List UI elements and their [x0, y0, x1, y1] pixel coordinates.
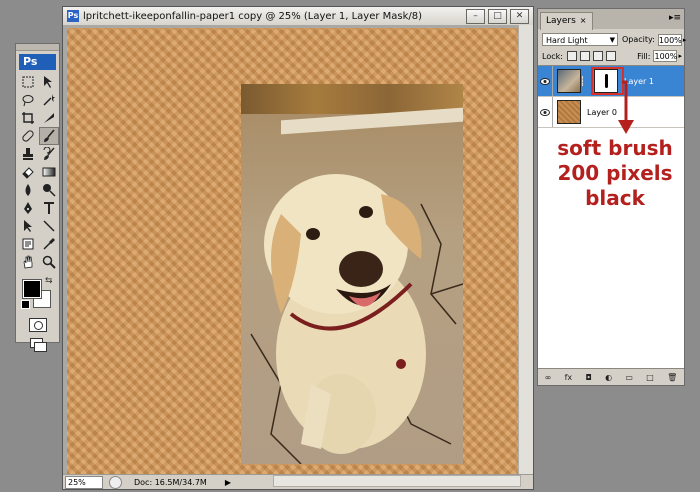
zoom-tool-icon[interactable] [40, 254, 58, 270]
tab-layers-label: Layers [546, 16, 576, 26]
annotation-line: 200 pixels [557, 161, 673, 185]
status-menu-arrow-icon[interactable]: ▶ [225, 478, 231, 487]
magic-wand-tool-icon[interactable] [40, 92, 58, 108]
lock-all-icon[interactable] [605, 51, 616, 61]
fill-label: Fill: [637, 51, 651, 61]
ps-document-icon: Ps [67, 10, 79, 22]
dog-illustration [264, 174, 426, 454]
clone-stamp-tool-icon[interactable] [19, 146, 37, 162]
doc-size-info: Doc: 16.5M/34.7M [134, 477, 207, 487]
annotation-text: soft brush 200 pixels black [540, 136, 690, 211]
lock-label: Lock: [542, 51, 563, 61]
layers-tab-bar: Layers × ▸≡ [538, 9, 684, 30]
history-brush-tool-icon[interactable] [40, 146, 58, 162]
palette-grip[interactable] [16, 44, 59, 51]
visibility-eye-icon[interactable] [538, 97, 553, 127]
adjustment-layer-icon[interactable]: ◐ [605, 373, 612, 382]
close-icon[interactable]: ✕ [510, 9, 529, 24]
brush-tool-icon[interactable] [39, 127, 59, 145]
hand-tool-icon[interactable] [19, 254, 37, 270]
fill-field[interactable]: 100% [653, 50, 678, 62]
chevron-down-icon: ▼ [609, 36, 615, 44]
maximize-icon[interactable]: □ [488, 9, 507, 24]
crop-tool-icon[interactable] [19, 110, 37, 126]
notes-tool-icon[interactable] [19, 236, 37, 252]
document-window: Ps lpritchett-ikeeponfallin-paper1 copy … [62, 6, 534, 490]
status-bar: 25% Doc: 16.5M/34.7M ▶ [63, 474, 533, 489]
annotation-arrow [618, 80, 634, 134]
eyedropper-tool-icon[interactable] [40, 236, 58, 252]
panel-menu-icon[interactable]: ▸≡ [669, 13, 681, 23]
slice-tool-icon[interactable] [40, 110, 58, 126]
dog-photo [241, 84, 463, 464]
path-selection-tool-icon[interactable] [19, 218, 37, 234]
vertical-scrollbar[interactable] [518, 25, 533, 477]
canvas-artwork[interactable] [67, 28, 519, 476]
annotation-line: soft brush [557, 136, 673, 160]
layers-footer: ∞ fx ◘ ◐ ▭ □ 🗑 [538, 368, 684, 385]
healing-brush-tool-icon[interactable] [19, 128, 37, 144]
type-tool-icon[interactable] [40, 200, 58, 216]
gradient-tool-icon[interactable] [40, 164, 58, 180]
opacity-label: Opacity: [622, 35, 655, 44]
fill-slider-arrow-icon[interactable]: ▸ [678, 52, 682, 60]
lock-position-icon[interactable] [592, 51, 603, 61]
tools-palette: Ps ⇆ [15, 43, 60, 352]
blend-mode-value: Hard Light [546, 36, 588, 45]
canvas-area[interactable] [63, 25, 533, 477]
zoom-level-field[interactable]: 25% [65, 475, 103, 489]
eraser-tool-icon[interactable] [19, 164, 37, 180]
link-layers-icon[interactable]: ∞ [545, 373, 552, 382]
color-swatches: ⇆ [19, 276, 56, 312]
new-layer-icon[interactable]: □ [646, 373, 654, 382]
marquee-tool-icon[interactable] [19, 74, 37, 90]
tab-layers[interactable]: Layers × [540, 12, 593, 30]
screen-mode-icon[interactable] [29, 338, 47, 352]
move-tool-icon[interactable] [40, 74, 58, 90]
quick-mask-icon[interactable] [28, 318, 47, 332]
swap-colors-icon[interactable]: ⇆ [45, 276, 53, 286]
layer-style-icon[interactable]: fx [565, 373, 573, 382]
line-tool-icon[interactable] [40, 218, 58, 234]
blur-tool-icon[interactable] [19, 182, 37, 198]
status-icon[interactable] [109, 475, 122, 489]
new-group-icon[interactable]: ▭ [625, 373, 633, 382]
lock-transparency-icon[interactable] [566, 51, 577, 61]
default-colors-icon[interactable] [21, 300, 30, 309]
minimize-icon[interactable]: – [466, 9, 485, 24]
foreground-color-swatch[interactable] [22, 279, 42, 299]
visibility-eye-icon[interactable] [538, 66, 553, 96]
blend-mode-select[interactable]: Hard Light ▼ [542, 33, 618, 46]
ps-logo: Ps [19, 54, 56, 70]
lasso-tool-icon[interactable] [19, 92, 37, 108]
lock-image-icon[interactable] [579, 51, 590, 61]
dodge-tool-icon[interactable] [40, 182, 58, 198]
annotation-line: black [585, 186, 645, 210]
opacity-field[interactable]: 100% [657, 33, 682, 46]
close-tab-icon[interactable]: × [580, 16, 587, 25]
opacity-slider-arrow-icon[interactable]: ▸ [683, 36, 687, 44]
horizontal-scrollbar[interactable] [273, 475, 521, 487]
trash-icon[interactable]: 🗑 [667, 373, 677, 382]
document-title-bar[interactable]: Ps lpritchett-ikeeponfallin-paper1 copy … [63, 7, 533, 26]
add-mask-icon[interactable]: ◘ [585, 373, 591, 382]
pen-tool-icon[interactable] [19, 200, 37, 216]
document-title: lpritchett-ikeeponfallin-paper1 copy @ 2… [83, 10, 423, 22]
